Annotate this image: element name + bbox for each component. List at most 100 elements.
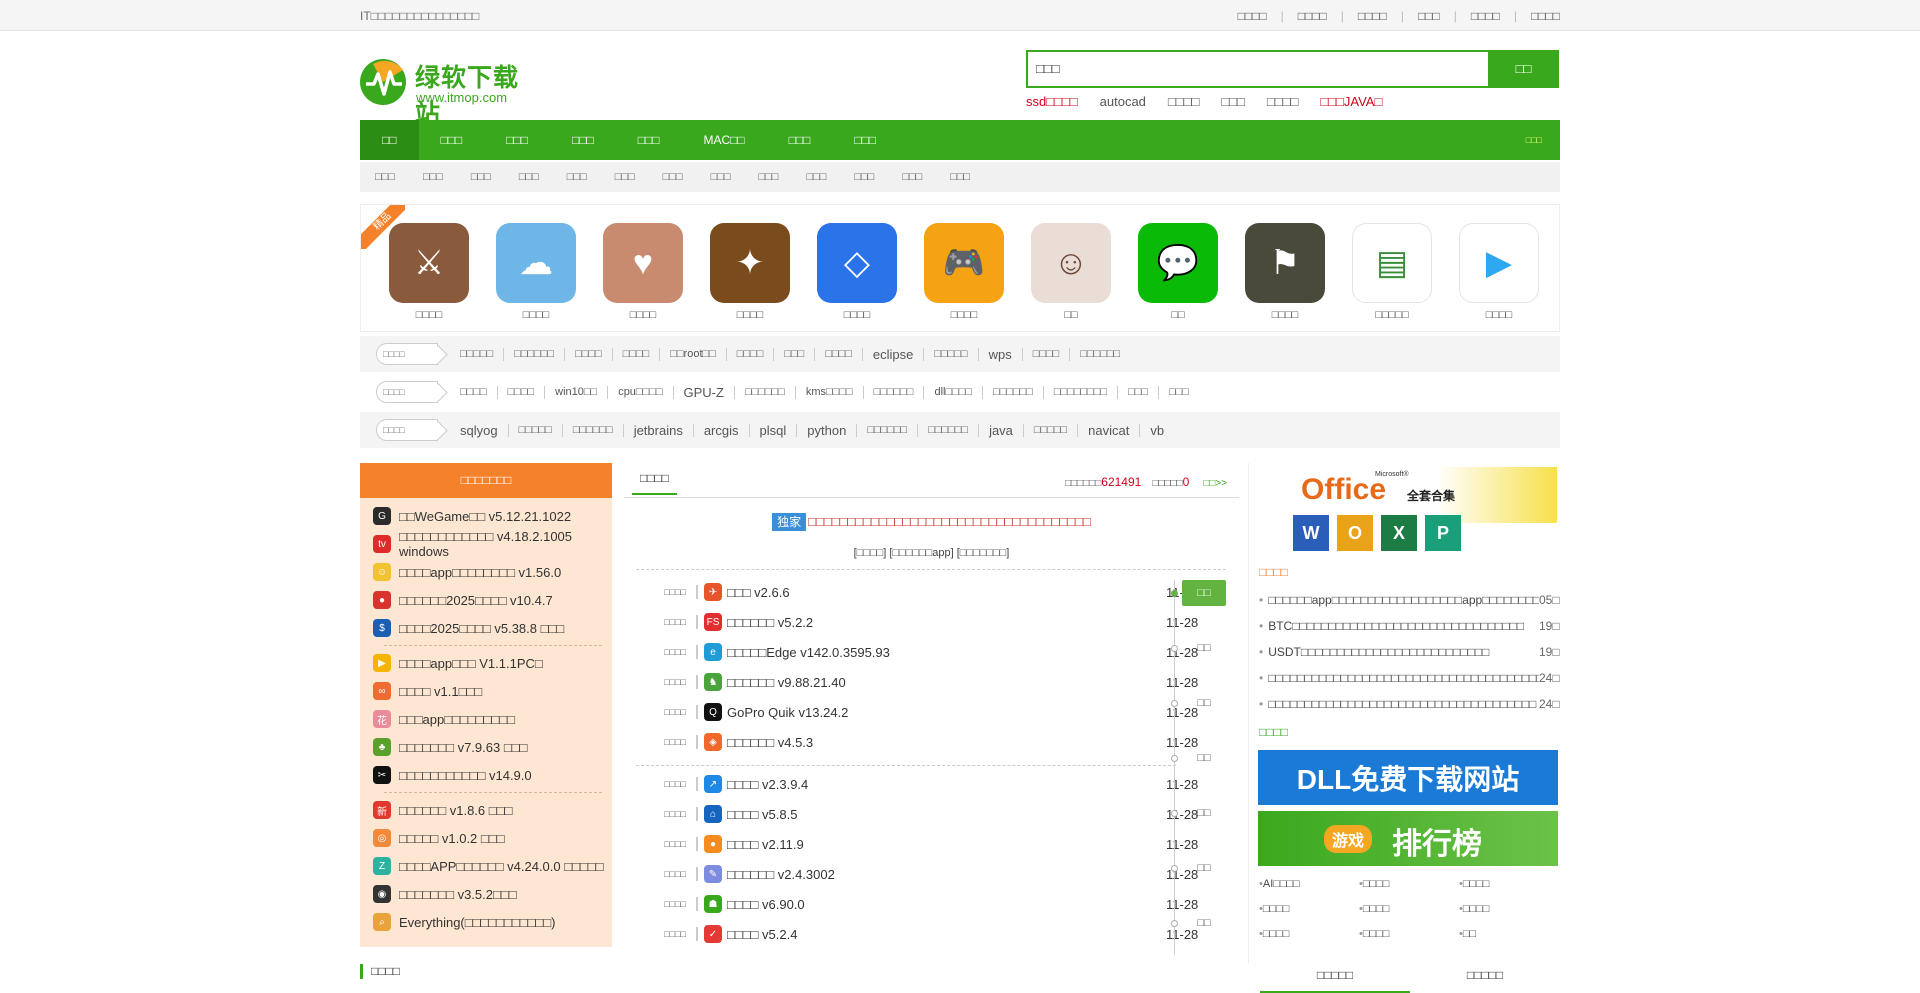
headline[interactable]: 独家 □□□□□□□□□□□□□□□□□□□□□□□□□□□□□□□□□□□□: [624, 513, 1239, 531]
site-logo[interactable]: 绿软下载站 www.itmop.com: [360, 56, 530, 128]
ranking-item[interactable]: ⌕ Everything(□□□□□□□□□□□): [360, 908, 612, 936]
keyword-tag[interactable]: python: [797, 423, 858, 437]
keyword-tag[interactable]: □□□□□: [924, 347, 979, 361]
hot-keyword[interactable]: □□□□: [1168, 94, 1199, 109]
nav-item[interactable]: MAC□□: [682, 120, 767, 160]
nav-item[interactable]: □□□: [419, 120, 485, 160]
subnav-item[interactable]: □□□: [759, 162, 779, 192]
top-link[interactable]: □□□: [1404, 9, 1454, 23]
update-name[interactable]: GoPro Quik v13.24.2: [727, 705, 1166, 720]
keyword-tag[interactable]: □□□: [1118, 385, 1160, 399]
category-link[interactable]: •□□□□: [1259, 903, 1359, 915]
update-category[interactable]: □□□□: [636, 587, 696, 597]
nav-item[interactable]: □□□: [616, 120, 682, 160]
update-name[interactable]: □□□□□Edge v142.0.3595.93: [727, 645, 1166, 660]
top-link[interactable]: □□□□: [1457, 9, 1514, 23]
update-category[interactable]: □□□□: [636, 839, 696, 849]
news-item[interactable]: • □□□□□□app□□□□□□□□□□□□□□□□□□app□□□□□□□□ 0…: [1259, 587, 1560, 613]
keyword-tag[interactable]: plsql: [750, 423, 798, 437]
subnav-item[interactable]: □□□: [711, 162, 731, 192]
nav-item[interactable]: □□□: [832, 120, 898, 160]
featured-app[interactable]: ☁ □□□□: [496, 223, 576, 321]
keyword-tag[interactable]: java: [979, 423, 1024, 437]
ranking-item[interactable]: ◉ □□□□□□□ v3.5.2□□□: [360, 880, 612, 908]
dll-banner[interactable]: DLL免费下载网站: [1258, 750, 1558, 805]
timeline-tab[interactable]: □□: [1182, 635, 1226, 661]
nav-item[interactable]: □□□: [767, 120, 833, 160]
update-name[interactable]: □□□□□□ v5.2.2: [727, 615, 1166, 630]
nav-item[interactable]: □□: [360, 120, 419, 160]
update-name[interactable]: □□□□ v2.3.9.4: [727, 777, 1166, 792]
subnav-item[interactable]: □□□: [615, 162, 635, 192]
keyword-tag[interactable]: □□□□□□: [735, 385, 796, 399]
ranking-item[interactable]: ▶ □□□□app□□□ V1.1.1PC□: [360, 649, 612, 677]
category-link[interactable]: •AI□□□□: [1259, 878, 1359, 890]
update-category[interactable]: □□□□: [636, 707, 696, 717]
ranking-item[interactable]: ✂ □□□□□□□□□□□ v14.9.0: [360, 761, 612, 789]
update-row[interactable]: □□□□ ◈ □□□□□□ v4.5.3 11-28: [636, 727, 1226, 757]
update-category[interactable]: □□□□: [636, 677, 696, 687]
keyword-tag[interactable]: sqlyog: [450, 423, 509, 437]
keyword-tag[interactable]: □□□□□□: [504, 347, 566, 361]
subnav-item[interactable]: □□□: [854, 162, 874, 192]
update-category[interactable]: □□□□: [636, 617, 696, 627]
timeline-tab[interactable]: □□: [1182, 745, 1226, 771]
update-category[interactable]: □□□□: [636, 737, 696, 747]
news-title[interactable]: BTC□□□□□□□□□□□□□□□□□□□□□□□□□□□□□□□□: [1268, 619, 1539, 633]
news-item[interactable]: • □□□□□□□□□□□□□□□□□□□□□□□□□□□□□□□□□□□□□□ 2…: [1259, 665, 1560, 691]
keyword-tag[interactable]: □□□□□□: [918, 423, 980, 437]
ranking-item[interactable]: 花 □□□app□□□□□□□□□: [360, 705, 612, 733]
keyword-tag[interactable]: win10□□: [545, 385, 609, 399]
keyword-tag[interactable]: wps: [979, 347, 1023, 361]
featured-app[interactable]: ▤ □□□□□: [1352, 223, 1432, 321]
news-title[interactable]: □□□□□□app□□□□□□□□□□□□□□□□□□app□□□□□□□□: [1268, 593, 1539, 607]
featured-app[interactable]: 💬 □□: [1138, 223, 1218, 321]
update-row[interactable]: □□□□ ✎ □□□□□□ v2.4.3002 11-28: [636, 859, 1226, 889]
featured-app[interactable]: ☺ □□: [1031, 223, 1111, 321]
keyword-tag[interactable]: □□□□□: [509, 423, 563, 437]
keyword-tag[interactable]: vb: [1140, 424, 1174, 437]
category-link[interactable]: •□□□□: [1459, 878, 1559, 890]
search-button[interactable]: □□: [1488, 50, 1559, 88]
keyword-category-box[interactable]: □□□□: [376, 343, 438, 365]
featured-app[interactable]: ⚑ □□□□: [1245, 223, 1325, 321]
news-item[interactable]: • □□□□□□□□□□□□□□□□□□□□□□□□□□□□□□□□□□□□□ 24…: [1259, 691, 1560, 717]
timeline-tab[interactable]: □□: [1182, 690, 1226, 716]
update-name[interactable]: □□□□ v5.2.4: [727, 927, 1166, 942]
keyword-tag[interactable]: kms□□□□: [796, 385, 864, 399]
bottom-tab[interactable]: □□□□□: [1260, 960, 1410, 993]
subnav-item[interactable]: □□□: [519, 162, 539, 192]
update-category[interactable]: □□□□: [636, 869, 696, 879]
top-link[interactable]: □□□□: [1517, 9, 1560, 23]
subnav-item[interactable]: □□□: [471, 162, 491, 192]
keyword-category-box[interactable]: □□□□: [376, 381, 438, 403]
keyword-tag[interactable]: □□□□: [815, 347, 863, 361]
update-row[interactable]: □□□□ ☗ □□□□ v6.90.0 11-28: [636, 889, 1226, 919]
keyword-tag[interactable]: □□□□□□: [563, 423, 624, 437]
update-category[interactable]: □□□□: [636, 779, 696, 789]
keyword-tag[interactable]: □□□: [774, 347, 816, 361]
keyword-tag[interactable]: jetbrains: [624, 423, 694, 437]
keyword-tag[interactable]: □□□□: [498, 385, 546, 399]
subnav-item[interactable]: □□□: [950, 162, 970, 192]
tab-latest[interactable]: □□□□: [632, 471, 677, 495]
keyword-tag[interactable]: □□□: [1159, 386, 1199, 399]
hot-keyword[interactable]: □□□JAVA□: [1320, 94, 1382, 109]
update-category[interactable]: □□□□: [636, 809, 696, 819]
top-link[interactable]: □□□□: [1284, 9, 1341, 23]
keyword-tag[interactable]: □□□□: [565, 347, 613, 361]
featured-app[interactable]: ⚔ □□□□: [389, 223, 469, 321]
update-name[interactable]: □□□□□□ v4.5.3: [727, 735, 1166, 750]
subnav-item[interactable]: □□□: [375, 162, 395, 192]
update-row[interactable]: □□□□✈□□□ v2.6.611-28: [636, 577, 1226, 607]
ranking-item[interactable]: ♣ □□□□□□□ v7.9.63 □□□: [360, 733, 612, 761]
news-title[interactable]: □□□□□□□□□□□□□□□□□□□□□□□□□□□□□□□□□□□□□□: [1268, 671, 1539, 685]
top-link[interactable]: □□□□: [1344, 9, 1401, 23]
keyword-tag[interactable]: □□□□□□: [1070, 348, 1130, 361]
keyword-tag[interactable]: navicat: [1078, 423, 1141, 437]
timeline-tab[interactable]: □□: [1182, 855, 1226, 881]
update-row[interactable]: □□□□ FS □□□□□□ v5.2.2 11-28: [636, 607, 1226, 637]
featured-app[interactable]: ▶ □□□□: [1459, 223, 1539, 321]
update-row[interactable]: □□□□ e □□□□□Edge v142.0.3595.93 11-28: [636, 637, 1226, 667]
keyword-tag[interactable]: □□□□: [1023, 347, 1071, 361]
